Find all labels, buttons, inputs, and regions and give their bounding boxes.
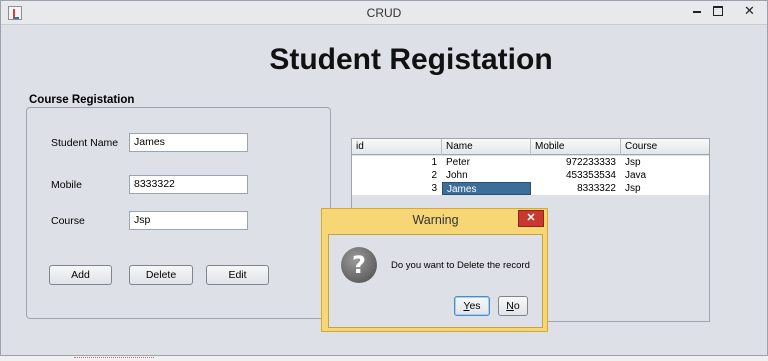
yes-button[interactable]: Yes [454,296,490,316]
yes-label-rest: es [469,300,481,312]
taskbar-accent [74,357,154,359]
cell-course: Java [625,170,647,181]
column-header-course[interactable]: Course [621,139,709,155]
close-icon: ✕ [744,3,755,18]
student-name-field[interactable]: James [129,133,248,152]
column-header-mobile[interactable]: Mobile [531,139,621,155]
question-icon: ? [341,247,377,283]
column-header-name[interactable]: Name [442,139,531,155]
column-header-id[interactable]: id [352,139,442,155]
table-row[interactable]: 1 Peter 972233333 Jsp [352,156,709,169]
page-title: Student Registation [269,43,553,76]
student-name-label: Student Name [51,137,119,149]
warning-dialog: Warning ✕ ? Do you want to Delete the re… [321,208,548,332]
group-title: Course Registation [29,94,135,106]
no-button[interactable]: No [498,296,528,316]
dialog-message: Do you want to Delete the record [391,260,530,271]
dialog-close-button[interactable]: ✕ [518,210,544,227]
cell-name: John [446,170,468,181]
cell-id: 2 [431,170,437,181]
course-field[interactable]: Jsp [129,211,248,230]
table-header: id Name Mobile Course [352,139,709,155]
table-row[interactable]: 2 John 453353534 Java [352,169,709,182]
cell-mobile: 972233333 [565,157,616,168]
mobile-field[interactable]: 8333322 [129,175,248,194]
no-label-rest: o [513,300,520,312]
cell-id: 3 [431,183,437,194]
edit-button[interactable]: Edit [206,265,269,285]
cell-mobile: 453353534 [565,170,616,181]
course-label: Course [51,215,85,227]
cell-name: Peter [446,157,470,168]
mobile-label: Mobile [51,179,82,191]
title-bar: CRUD ✕ [1,1,767,25]
cell-id: 1 [431,157,437,168]
no-mnemonic: N [506,300,514,312]
cell-course: Jsp [625,157,641,168]
table-row-selected[interactable]: 3 James 8333322 Jsp [352,182,709,195]
delete-button[interactable]: Delete [129,265,193,285]
cell-name-selected[interactable]: James [442,182,531,195]
cell-mobile: 8333322 [577,183,616,194]
close-window-button[interactable]: ✕ [730,1,768,21]
table-body: 1 Peter 972233333 Jsp 2 John 453353534 J… [352,156,709,195]
close-icon: ✕ [526,212,536,224]
dialog-body: ? Do you want to Delete the record Yes N… [328,234,543,328]
window-title: CRUD [366,6,402,20]
maximize-button[interactable] [705,1,731,21]
cell-course: Jsp [625,183,641,194]
dialog-title: Warning [412,213,459,227]
add-button[interactable]: Add [49,265,112,285]
